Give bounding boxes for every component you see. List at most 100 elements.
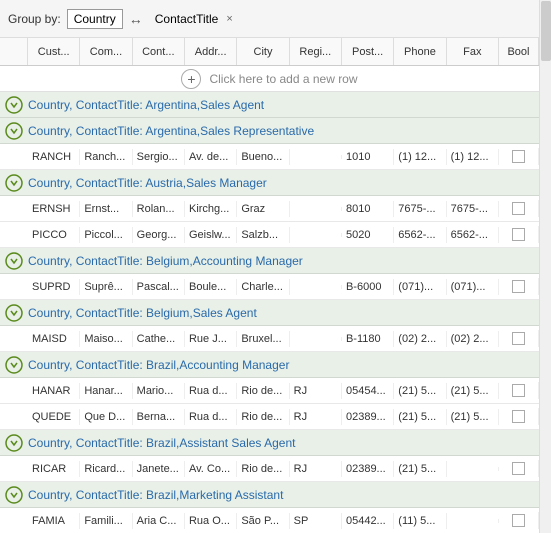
group-tag-contacttitle[interactable]: ContactTitle ×: [149, 10, 239, 28]
cell-phone: (21) 5...: [394, 461, 446, 477]
group-expand-icon-2[interactable]: [4, 174, 24, 192]
cell-cust: MAISD: [28, 331, 80, 347]
group-row-0[interactable]: Country, ContactTitle: Argentina,Sales A…: [0, 92, 539, 118]
cell-regi: [290, 155, 342, 159]
cell-city: Charle...: [237, 279, 289, 295]
col-header-bool[interactable]: Bool: [499, 38, 539, 65]
cell-fax: (071)...: [447, 279, 499, 295]
group-expand-icon-5[interactable]: [4, 356, 24, 374]
vertical-scrollbar[interactable]: [539, 0, 551, 533]
cell-addr: Av. de...: [185, 149, 237, 165]
cell-phone: 6562-...: [394, 227, 446, 243]
cell-city: São P...: [237, 513, 289, 529]
table-row: RICAR Ricard... Janete... Av. Co... Rio …: [0, 456, 539, 482]
content-area: Group by: Country ↔ ContactTitle × Cust.…: [0, 0, 539, 533]
group-tag-country-label: Country: [74, 12, 116, 26]
cell-bool[interactable]: [499, 330, 539, 347]
group-row-7[interactable]: Country, ContactTitle: Brazil,Marketing …: [0, 482, 539, 508]
group-row-1[interactable]: Country, ContactTitle: Argentina,Sales R…: [0, 118, 539, 144]
col-header-cont[interactable]: Cont...: [133, 38, 185, 65]
cell-com: Piccol...: [80, 227, 132, 243]
group-bar: Group by: Country ↔ ContactTitle ×: [0, 0, 539, 38]
group-separator: ↔: [129, 11, 143, 27]
group-label-4: Country, ContactTitle: Belgium,Sales Age…: [28, 306, 257, 320]
cell-bool[interactable]: [499, 512, 539, 529]
cell-addr: Kirchg...: [185, 201, 237, 217]
checkbox[interactable]: [512, 410, 525, 423]
checkbox[interactable]: [512, 514, 525, 527]
col-header-com[interactable]: Com...: [80, 38, 132, 65]
group-expand-icon-1[interactable]: [4, 122, 24, 140]
group-expand-icon-6[interactable]: [4, 434, 24, 452]
group-expand-icon-4[interactable]: [4, 304, 24, 322]
group-row-6[interactable]: Country, ContactTitle: Brazil,Assistant …: [0, 430, 539, 456]
table-row: MAISD Maiso... Cathe... Rue J... Bruxel.…: [0, 326, 539, 352]
col-header-addr[interactable]: Addr...: [185, 38, 237, 65]
scrollbar-thumb[interactable]: [541, 1, 551, 61]
cell-com: Hanar...: [80, 383, 132, 399]
cell-regi: [290, 207, 342, 211]
group-expand-icon-3[interactable]: [4, 252, 24, 270]
cell-com: Que D...: [80, 409, 132, 425]
cell-bool[interactable]: [499, 200, 539, 217]
cell-post: 05454...: [342, 383, 394, 399]
cell-cust: ERNSH: [28, 201, 80, 217]
cell-addr: Geislw...: [185, 227, 237, 243]
checkbox[interactable]: [512, 202, 525, 215]
group-row-2[interactable]: Country, ContactTitle: Austria,Sales Man…: [0, 170, 539, 196]
group-label-2: Country, ContactTitle: Austria,Sales Man…: [28, 176, 267, 190]
cell-cust: SUPRD: [28, 279, 80, 295]
cell-post: B-6000: [342, 279, 394, 295]
group-label-7: Country, ContactTitle: Brazil,Marketing …: [28, 488, 283, 502]
cell-bool[interactable]: [499, 278, 539, 295]
group-tag-country[interactable]: Country: [67, 9, 123, 29]
col-header-city[interactable]: City: [237, 38, 289, 65]
group-expand-icon-0[interactable]: [4, 96, 24, 114]
cell-bool[interactable]: [499, 148, 539, 165]
table-row: HANAR Hanar... Mario... Rua d... Rio de.…: [0, 378, 539, 404]
col-header-post[interactable]: Post...: [342, 38, 394, 65]
group-row-4[interactable]: Country, ContactTitle: Belgium,Sales Age…: [0, 300, 539, 326]
cell-post: 1010: [342, 149, 394, 165]
col-header-cust[interactable]: Cust...: [28, 38, 80, 65]
checkbox[interactable]: [512, 150, 525, 163]
checkbox[interactable]: [512, 462, 525, 475]
cell-phone: (21) 5...: [394, 409, 446, 425]
cell-post: 02389...: [342, 409, 394, 425]
cell-cust: FAMIA: [28, 513, 80, 529]
cell-regi: [290, 233, 342, 237]
cell-bool[interactable]: [499, 226, 539, 243]
col-header-regi[interactable]: Regi...: [290, 38, 342, 65]
checkbox[interactable]: [512, 332, 525, 345]
cell-addr: Rua d...: [185, 383, 237, 399]
cell-phone: 7675-...: [394, 201, 446, 217]
group-label-1: Country, ContactTitle: Argentina,Sales R…: [28, 124, 314, 138]
table-row: QUEDE Que D... Berna... Rua d... Rio de.…: [0, 404, 539, 430]
cell-com: Ricard...: [80, 461, 132, 477]
cell-bool[interactable]: [499, 382, 539, 399]
table-row: SUPRD Suprê... Pascal... Boule... Charle…: [0, 274, 539, 300]
cell-bool[interactable]: [499, 460, 539, 477]
col-header-phone[interactable]: Phone: [394, 38, 446, 65]
cell-phone: (11) 5...: [394, 513, 446, 529]
cell-com: Suprê...: [80, 279, 132, 295]
cell-city: Graz: [237, 201, 289, 217]
group-label-0: Country, ContactTitle: Argentina,Sales A…: [28, 98, 264, 112]
column-headers: Cust... Com... Cont... Addr... City Regi…: [0, 38, 539, 66]
checkbox[interactable]: [512, 280, 525, 293]
cell-bool[interactable]: [499, 408, 539, 425]
new-row-bar[interactable]: + Click here to add a new row: [0, 66, 539, 92]
close-group-button[interactable]: ×: [226, 13, 232, 25]
add-row-icon[interactable]: +: [181, 69, 201, 89]
cell-cust: PICCO: [28, 227, 80, 243]
cell-regi: RJ: [290, 409, 342, 425]
col-header-fax[interactable]: Fax: [447, 38, 499, 65]
checkbox[interactable]: [512, 384, 525, 397]
checkbox[interactable]: [512, 228, 525, 241]
cell-cont: Mario...: [133, 383, 185, 399]
group-row-5[interactable]: Country, ContactTitle: Brazil,Accounting…: [0, 352, 539, 378]
group-row-3[interactable]: Country, ContactTitle: Belgium,Accountin…: [0, 248, 539, 274]
group-expand-icon-7[interactable]: [4, 486, 24, 504]
cell-post: 02389...: [342, 461, 394, 477]
new-row-text: Click here to add a new row: [209, 72, 357, 86]
